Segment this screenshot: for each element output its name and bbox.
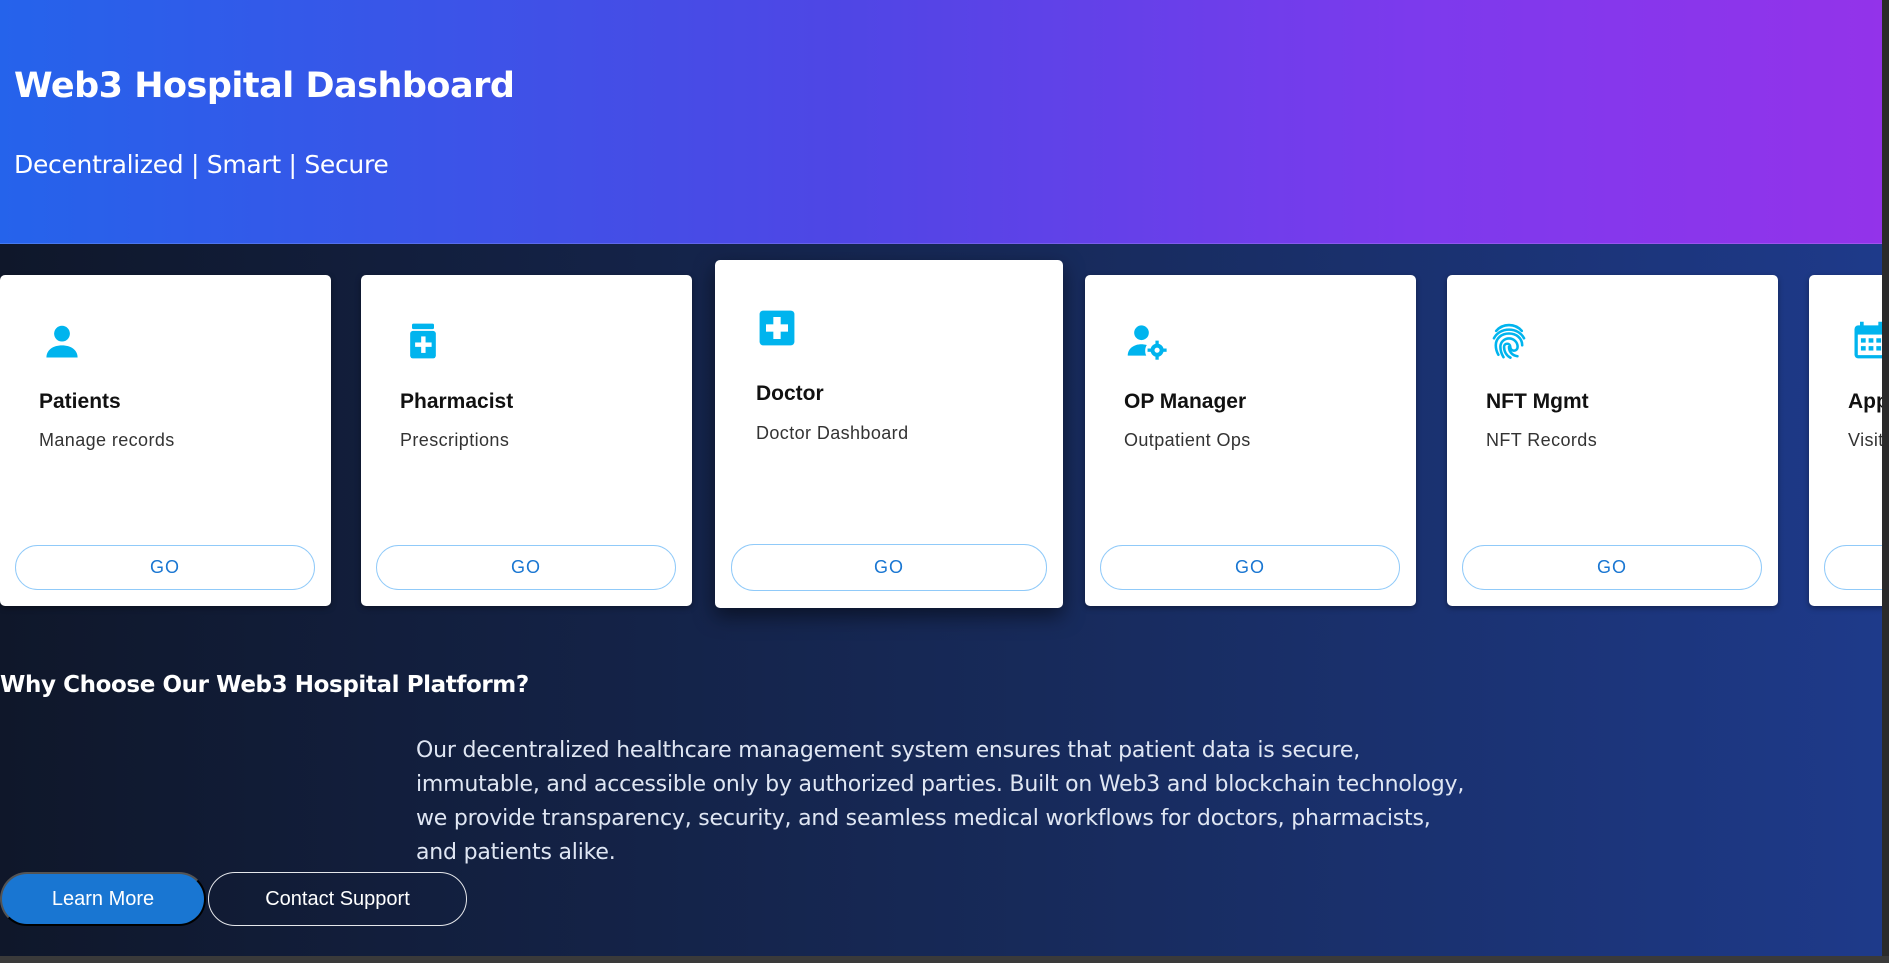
window-edge-right (1882, 0, 1889, 963)
card-title: Patients (39, 390, 121, 413)
role-card-appointments: App Visit GO (1809, 275, 1882, 606)
page-title: Web3 Hospital Dashboard (14, 66, 515, 106)
card-title: Pharmacist (400, 390, 514, 413)
go-button-patients[interactable]: GO (15, 545, 315, 590)
card-title: OP Manager (1124, 390, 1247, 413)
go-button-appointments[interactable]: GO (1824, 545, 1882, 590)
app-viewport: Web3 Hospital Dashboard Decentralized | … (0, 0, 1882, 956)
role-card-patients: Patients Manage records GO (0, 275, 331, 606)
card-description: NFT Records (1486, 430, 1598, 450)
page-subtitle: Decentralized | Smart | Secure (14, 150, 389, 179)
contact-support-button[interactable]: Contact Support (208, 872, 467, 926)
card-description: Manage records (39, 430, 175, 450)
user-settings-icon (1125, 319, 1169, 363)
card-title: Doctor (756, 382, 824, 405)
go-button-doctor[interactable]: GO (731, 544, 1047, 591)
card-title: NFT Mgmt (1486, 390, 1589, 413)
fingerprint-icon (1487, 319, 1531, 363)
card-description: Outpatient Ops (1124, 430, 1251, 450)
role-card-pharmacist: Pharmacist Prescriptions GO (361, 275, 692, 606)
go-button-nft-mgmt[interactable]: GO (1462, 545, 1762, 590)
medical-cross-icon (755, 306, 799, 350)
why-choose-heading: Why Choose Our Web3 Hospital Platform? (0, 672, 529, 698)
calendar-icon (1849, 319, 1882, 363)
card-description: Prescriptions (400, 430, 510, 450)
why-choose-description: Our decentralized healthcare management … (416, 738, 1465, 865)
page-header: Web3 Hospital Dashboard Decentralized | … (0, 0, 1882, 244)
card-title: App (1848, 390, 1882, 413)
role-card-nft-mgmt: NFT Mgmt NFT Records GO (1447, 275, 1778, 606)
card-description: Visit (1848, 430, 1882, 450)
window-edge-bottom (0, 956, 1889, 963)
medication-icon (401, 319, 445, 363)
go-button-op-manager[interactable]: GO (1100, 545, 1400, 590)
role-card-op-manager: OP Manager Outpatient Ops GO (1085, 275, 1416, 606)
learn-more-button[interactable]: Learn More (0, 872, 206, 926)
go-button-pharmacist[interactable]: GO (376, 545, 676, 590)
card-description: Doctor Dashboard (756, 423, 909, 443)
person-icon (40, 319, 84, 363)
role-card-doctor: Doctor Doctor Dashboard GO (715, 260, 1063, 608)
